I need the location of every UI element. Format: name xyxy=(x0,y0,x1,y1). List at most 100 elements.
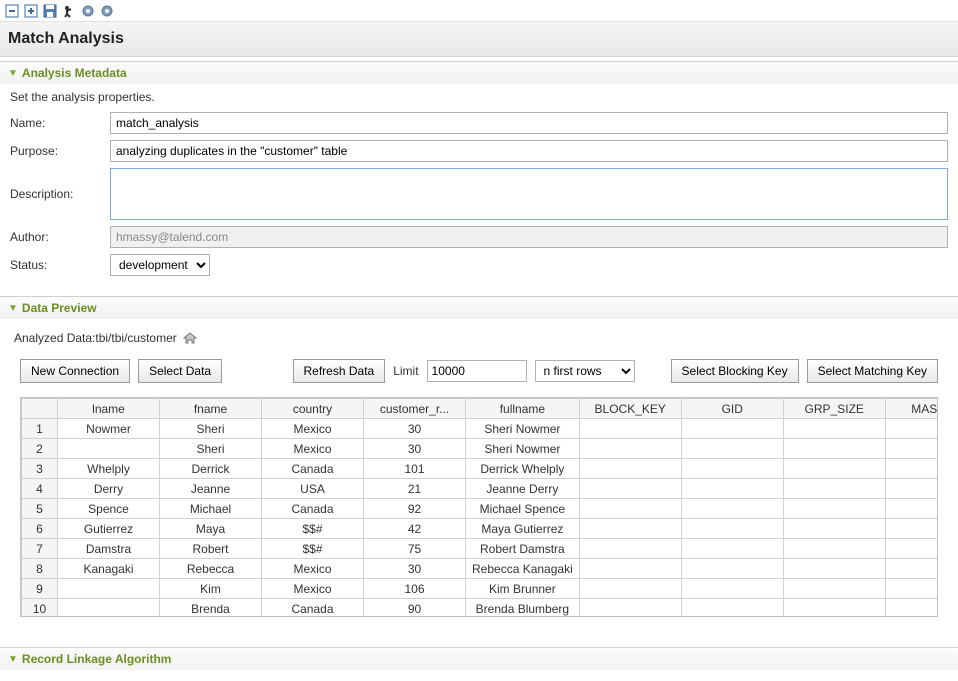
cell-country: Canada xyxy=(262,459,364,479)
cell-gs xyxy=(783,559,885,579)
horizontal-scrollbar[interactable] xyxy=(20,617,938,633)
analyzed-data-label: Analyzed Data:tbi/tbi/customer xyxy=(14,331,177,345)
col-country[interactable]: country xyxy=(262,399,364,419)
collapse-icon[interactable] xyxy=(4,3,20,19)
table-row[interactable]: 3WhelplyDerrickCanada101Derrick Whelply xyxy=(22,459,939,479)
cell-lname xyxy=(58,579,160,599)
cell-fname: Sheri xyxy=(160,419,262,439)
table-row[interactable]: 7DamstraRobert$$#75Robert Damstra xyxy=(22,539,939,559)
cell-bk xyxy=(579,459,681,479)
row-number: 10 xyxy=(22,599,58,618)
cell-lname xyxy=(58,439,160,459)
row-number: 6 xyxy=(22,519,58,539)
cell-country: Canada xyxy=(262,499,364,519)
cell-fullname: Jeanne Derry xyxy=(466,479,580,499)
cell-lname: Spence xyxy=(58,499,160,519)
author-input xyxy=(110,226,948,248)
cell-master xyxy=(885,479,938,499)
row-number: 1 xyxy=(22,419,58,439)
select-matching-key-button[interactable]: Select Matching Key xyxy=(807,359,938,383)
cell-fname: Brenda xyxy=(160,599,262,618)
twisty-icon: ▼ xyxy=(8,654,18,665)
section-header-linkage[interactable]: ▼ Record Linkage Algorithm xyxy=(0,648,958,670)
cell-gid xyxy=(681,459,783,479)
rows-mode-select[interactable]: n first rows xyxy=(535,360,635,382)
table-row[interactable]: 5SpenceMichaelCanada92Michael Spence xyxy=(22,499,939,519)
new-connection-button[interactable]: New Connection xyxy=(20,359,130,383)
col-gid[interactable]: GID xyxy=(681,399,783,419)
table-row[interactable]: 2SheriMexico30Sheri Nowmer xyxy=(22,439,939,459)
col-fullname[interactable]: fullname xyxy=(466,399,580,419)
cell-master xyxy=(885,499,938,519)
table-row[interactable]: 8KanagakiRebeccaMexico30Rebecca Kanagaki xyxy=(22,559,939,579)
cell-country: Mexico xyxy=(262,579,364,599)
cell-cr: 101 xyxy=(364,459,466,479)
cell-fname: Jeanne xyxy=(160,479,262,499)
cell-lname: Nowmer xyxy=(58,419,160,439)
table-row[interactable]: 9KimMexico106Kim Brunner xyxy=(22,579,939,599)
data-table-wrap[interactable]: lname fname country customer_r... fullna… xyxy=(20,397,938,617)
toolbar xyxy=(0,0,958,22)
col-lname[interactable]: lname xyxy=(58,399,160,419)
cell-lname: Whelply xyxy=(58,459,160,479)
section-header-metadata[interactable]: ▼ Analysis Metadata xyxy=(0,62,958,84)
twisty-icon: ▼ xyxy=(8,303,18,314)
cell-fname: Michael xyxy=(160,499,262,519)
purpose-input[interactable] xyxy=(110,140,948,162)
cell-lname xyxy=(58,599,160,618)
cell-cr: 75 xyxy=(364,539,466,559)
cell-fullname: Michael Spence xyxy=(466,499,580,519)
select-blocking-key-button[interactable]: Select Blocking Key xyxy=(671,359,799,383)
settings1-icon[interactable] xyxy=(80,3,96,19)
section-header-preview[interactable]: ▼ Data Preview xyxy=(0,297,958,319)
save-icon[interactable] xyxy=(42,3,58,19)
table-row[interactable]: 1NowmerSheriMexico30Sheri Nowmer xyxy=(22,419,939,439)
row-number: 2 xyxy=(22,439,58,459)
col-block-key[interactable]: BLOCK_KEY xyxy=(579,399,681,419)
row-number: 7 xyxy=(22,539,58,559)
cell-gid xyxy=(681,559,783,579)
cell-fname: Robert xyxy=(160,539,262,559)
cell-cr: 30 xyxy=(364,439,466,459)
table-row[interactable]: 10BrendaCanada90Brenda Blumberg xyxy=(22,599,939,618)
cell-fullname: Kim Brunner xyxy=(466,579,580,599)
cell-lname: Gutierrez xyxy=(58,519,160,539)
cell-bk xyxy=(579,539,681,559)
metadata-desc: Set the analysis properties. xyxy=(10,90,948,104)
limit-input[interactable] xyxy=(427,360,527,382)
cell-gs xyxy=(783,479,885,499)
col-customer-r[interactable]: customer_r... xyxy=(364,399,466,419)
cell-fullname: Sheri Nowmer xyxy=(466,439,580,459)
col-fname[interactable]: fname xyxy=(160,399,262,419)
home-icon[interactable] xyxy=(183,331,197,345)
status-select[interactable]: development xyxy=(110,254,210,276)
description-input[interactable] xyxy=(110,168,948,220)
select-data-button[interactable]: Select Data xyxy=(138,359,222,383)
name-input[interactable] xyxy=(110,112,948,134)
table-row[interactable]: 4DerryJeanneUSA21Jeanne Derry xyxy=(22,479,939,499)
cell-gid xyxy=(681,499,783,519)
refresh-data-button[interactable]: Refresh Data xyxy=(293,359,386,383)
section-title-preview: Data Preview xyxy=(22,301,97,315)
table-corner xyxy=(22,399,58,419)
table-row[interactable]: 6GutierrezMaya$$#42Maya Gutierrez xyxy=(22,519,939,539)
section-title-linkage: Record Linkage Algorithm xyxy=(22,652,172,666)
col-grp-size[interactable]: GRP_SIZE xyxy=(783,399,885,419)
page-title: Match Analysis xyxy=(8,30,950,48)
cell-country: USA xyxy=(262,479,364,499)
cell-master xyxy=(885,539,938,559)
col-master[interactable]: MASTER xyxy=(885,399,938,419)
section-analysis-metadata: ▼ Analysis Metadata Set the analysis pro… xyxy=(0,61,958,292)
cell-country: $$# xyxy=(262,519,364,539)
cell-fname: Kim xyxy=(160,579,262,599)
cell-fullname: Maya Gutierrez xyxy=(466,519,580,539)
settings2-icon[interactable] xyxy=(99,3,115,19)
row-number: 4 xyxy=(22,479,58,499)
cell-gs xyxy=(783,499,885,519)
row-number: 5 xyxy=(22,499,58,519)
cell-cr: 90 xyxy=(364,599,466,618)
cell-gs xyxy=(783,459,885,479)
run-icon[interactable] xyxy=(61,3,77,19)
expand-icon[interactable] xyxy=(23,3,39,19)
row-number: 8 xyxy=(22,559,58,579)
